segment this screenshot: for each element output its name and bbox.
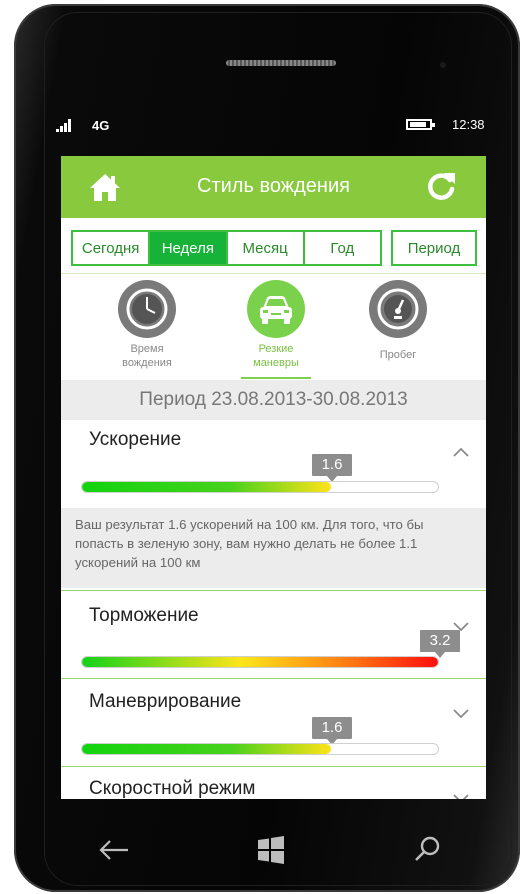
period-button[interactable]: Период [391, 230, 477, 266]
metric-title-acceleration[interactable]: Ускорение [89, 429, 181, 451]
metric-value-badge: 1.6 [312, 717, 352, 745]
category-mileage[interactable]: Пробег [343, 280, 453, 362]
period-range: Период 23.08.2013-30.08.2013 [61, 380, 486, 420]
metric-value-badge: 3.2 [420, 630, 460, 658]
progress-track [81, 481, 439, 493]
progress-track [81, 656, 439, 668]
chevron-down-icon[interactable] [453, 794, 469, 799]
app-screen: Стиль вождения Сегодня Неделя Месяц Год … [61, 156, 486, 799]
tab-month[interactable]: Месяц [228, 232, 305, 264]
metric-value-badge: 1.6 [312, 454, 352, 482]
front-camera [440, 62, 446, 68]
divider [61, 590, 486, 591]
signal-icon [56, 118, 78, 132]
network-type: 4G [92, 118, 110, 133]
tab-week[interactable]: Неделя [150, 232, 228, 264]
category-label: Резкие маневры [253, 343, 299, 369]
category-driving-time[interactable]: Время вождения [92, 280, 202, 370]
category-sharp-maneuvers[interactable]: Резкие маневры [221, 280, 331, 370]
metric-note: Ваш результат 1.6 ускорений на 100 км. Д… [61, 508, 486, 588]
app-header: Стиль вождения [61, 156, 486, 218]
windows-icon[interactable] [256, 836, 286, 864]
tab-year[interactable]: Год [305, 232, 380, 264]
status-bar: 4G 12:38 [56, 116, 492, 136]
tab-today[interactable]: Сегодня [73, 232, 151, 264]
progress-fill [82, 744, 332, 754]
chevron-down-icon[interactable] [453, 709, 469, 719]
chevron-up-icon[interactable] [453, 447, 469, 457]
speedometer-icon [369, 280, 427, 338]
battery-icon [406, 119, 435, 130]
refresh-icon[interactable] [426, 170, 456, 202]
period-tabs: Сегодня Неделя Месяц Год [71, 230, 382, 266]
divider [61, 273, 486, 274]
divider [61, 766, 486, 767]
progress-fill [82, 482, 332, 492]
progress-track [81, 743, 439, 755]
metric-title-speed-mode[interactable]: Скоростной режим [89, 778, 255, 799]
search-icon[interactable] [412, 834, 442, 864]
divider [61, 678, 486, 679]
back-icon[interactable] [98, 838, 130, 862]
metric-title-braking[interactable]: Торможение [89, 605, 199, 627]
car-icon [247, 280, 305, 338]
earpiece-speaker [226, 60, 336, 66]
clock: 12:38 [452, 117, 485, 132]
active-category-indicator [241, 377, 311, 379]
page-title: Стиль вождения [197, 175, 350, 197]
clock-icon [118, 280, 176, 338]
metric-title-maneuvering[interactable]: Маневрирование [89, 691, 241, 713]
progress-fill [82, 657, 438, 667]
category-label: Пробег [379, 349, 417, 361]
category-label: Время вождения [122, 343, 172, 369]
